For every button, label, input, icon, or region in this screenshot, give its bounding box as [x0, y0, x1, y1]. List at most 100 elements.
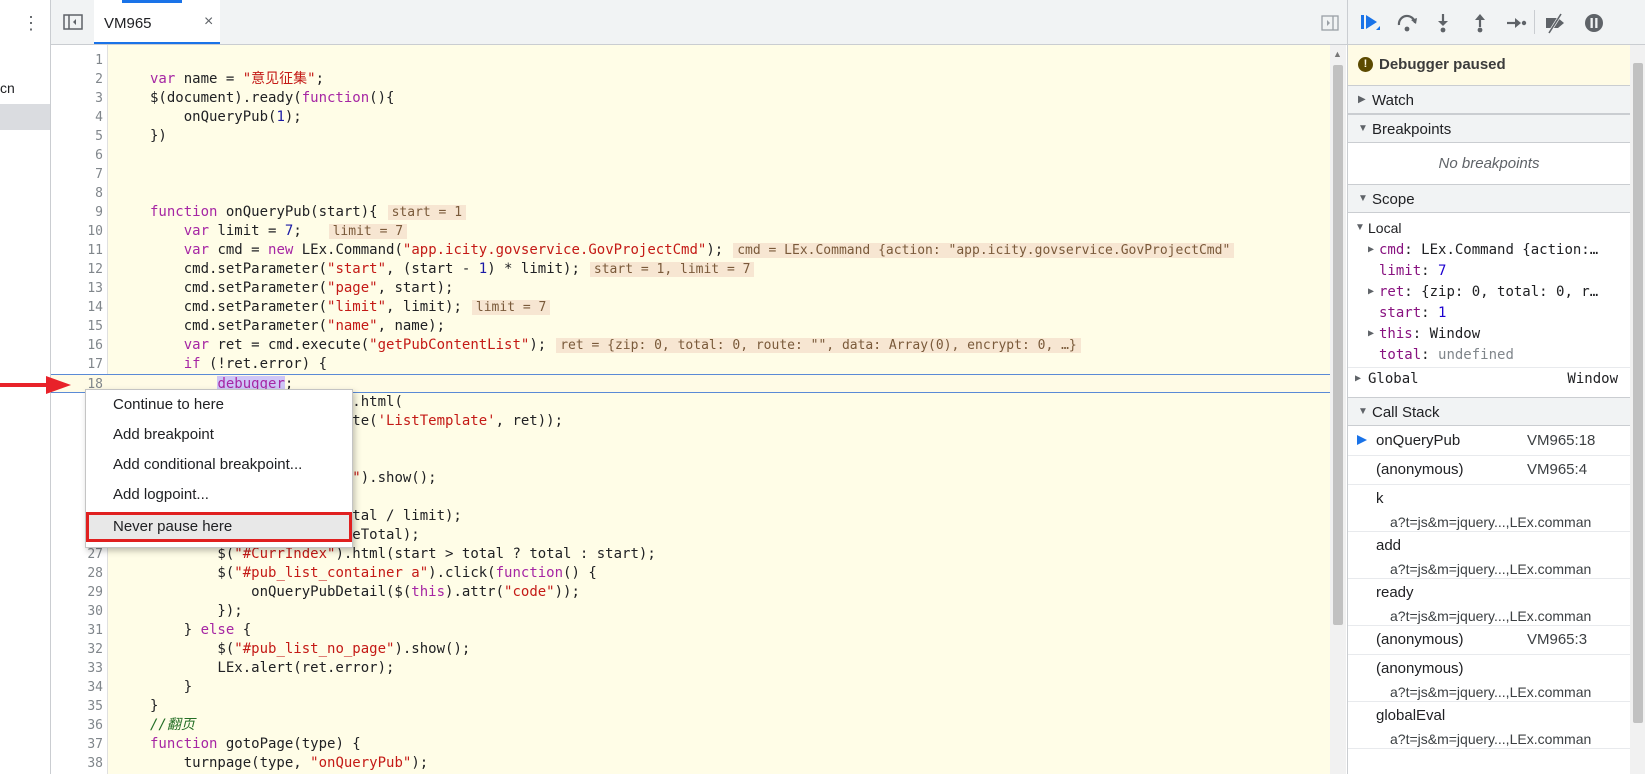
section-call-stack[interactable]: ▼ Call Stack — [1348, 397, 1630, 426]
code-line: 36 //翻页 — [51, 716, 1331, 735]
frame-source: a?t=js&m=jquery...,LEx.comman — [1390, 561, 1592, 577]
menu-item-add-conditional-breakpoint[interactable]: Add conditional breakpoint... — [86, 450, 352, 480]
code-text: function onQueryPub(start){start = 1 — [150, 203, 467, 222]
code-text: } — [150, 698, 159, 714]
section-breakpoints[interactable]: ▼ Breakpoints — [1348, 114, 1630, 143]
code-line: 1 — [51, 51, 1331, 70]
close-tab-icon[interactable]: × — [204, 13, 213, 31]
var-value: 7 — [1438, 263, 1447, 279]
section-title: Scope — [1372, 191, 1415, 208]
scroll-up-icon[interactable]: ▲ — [1333, 49, 1342, 59]
call-frame[interactable]: (anonymous) VM965:3 — [1348, 625, 1630, 655]
step-out-icon[interactable] — [1469, 12, 1491, 34]
line-number[interactable]: 16 — [51, 336, 103, 355]
line-number[interactable]: 13 — [51, 279, 103, 298]
menu-item-add-breakpoint[interactable]: Add breakpoint — [86, 420, 352, 450]
line-number[interactable]: 38 — [51, 754, 103, 773]
var-value: Window — [1429, 326, 1481, 342]
call-frame[interactable]: k a?t=js&m=jquery...,LEx.comman — [1348, 484, 1630, 532]
code-line: 33 LEx.alert(ret.error); — [51, 659, 1331, 678]
line-number[interactable]: 34 — [51, 678, 103, 697]
line-number[interactable]: 15 — [51, 317, 103, 336]
pause-on-exceptions-icon[interactable] — [1583, 12, 1605, 34]
call-frame[interactable]: onQueryPub VM965:18 — [1348, 426, 1630, 456]
call-frame[interactable]: globalEval a?t=js&m=jquery...,LEx.comman — [1348, 701, 1630, 749]
call-frame[interactable]: add a?t=js&m=jquery...,LEx.comman — [1348, 531, 1630, 579]
code-line: 7 — [51, 165, 1331, 184]
code-line: 14 cmd.setParameter("limit", limit); limi… — [51, 298, 1331, 317]
frame-location: VM965:18 — [1527, 432, 1596, 449]
line-number[interactable]: 17 — [51, 355, 103, 374]
menu-item-never-pause-here[interactable]: Never pause here — [86, 512, 352, 542]
menu-item-add-logpoint[interactable]: Add logpoint... — [86, 480, 352, 510]
line-number[interactable]: 2 — [51, 70, 103, 89]
scope-local[interactable]: ▼ Local — [1348, 217, 1630, 239]
navigator-selected-row[interactable] — [0, 104, 50, 130]
editor-tab-bar: VM965 × — [51, 0, 1347, 45]
call-frame[interactable]: (anonymous) VM965:4 — [1348, 455, 1630, 485]
code-line: 28 $("#pub_list_container a").click(func… — [51, 564, 1331, 583]
scope-var-ret[interactable]: ▶ ret: {zip: 0, total: 0, r… — [1348, 281, 1630, 303]
line-number[interactable]: 5 — [51, 127, 103, 146]
frame-source: a?t=js&m=jquery...,LEx.comman — [1390, 608, 1592, 624]
section-scope[interactable]: ▼ Scope — [1348, 184, 1630, 213]
scope-var-start[interactable]: start: 1 — [1348, 302, 1630, 324]
code-line: 17 if (!ret.error) { — [51, 355, 1331, 374]
frame-source: a?t=js&m=jquery...,LEx.comman — [1390, 731, 1592, 747]
frame-source: a?t=js&m=jquery...,LEx.comman — [1390, 684, 1592, 700]
code-text: } else { — [150, 622, 252, 638]
line-number[interactable]: 35 — [51, 697, 103, 716]
line-number[interactable]: 10 — [51, 222, 103, 241]
line-number[interactable]: 30 — [51, 602, 103, 621]
sidebar-scrollbar-thumb[interactable] — [1633, 63, 1643, 723]
line-number[interactable]: 29 — [51, 583, 103, 602]
call-frame[interactable]: ready a?t=js&m=jquery...,LEx.comman — [1348, 578, 1630, 626]
scope-var-cmd[interactable]: ▶ cmd: LEx.Command {action:… — [1348, 239, 1630, 261]
sidebar-scrollbar[interactable] — [1630, 45, 1645, 774]
frame-function: ready — [1376, 584, 1414, 601]
scope-global[interactable]: ▶ Global Window — [1348, 367, 1630, 390]
line-number[interactable]: 37 — [51, 735, 103, 754]
frame-function: (anonymous) — [1376, 461, 1464, 478]
more-options-icon[interactable]: ⋮ — [22, 14, 40, 32]
code-line: 3 $(document).ready(function(){ — [51, 89, 1331, 108]
line-number[interactable]: 28 — [51, 564, 103, 583]
line-number[interactable]: 7 — [51, 165, 103, 184]
line-number[interactable]: 8 — [51, 184, 103, 203]
scope-var-limit[interactable]: limit: 7 — [1348, 260, 1630, 282]
call-frame[interactable]: (anonymous) a?t=js&m=jquery...,LEx.comman — [1348, 654, 1630, 702]
deactivate-breakpoints-icon[interactable] — [1544, 12, 1566, 34]
toggle-navigator-icon[interactable] — [63, 14, 83, 30]
line-number[interactable]: 31 — [51, 621, 103, 640]
step-icon[interactable] — [1505, 12, 1527, 34]
tab-vm965[interactable]: VM965 × — [94, 0, 220, 44]
line-number[interactable]: 33 — [51, 659, 103, 678]
editor-scrollbar[interactable]: ▲ — [1330, 45, 1346, 774]
editor-scrollbar-thumb[interactable] — [1333, 65, 1343, 625]
menu-item-continue-to-here[interactable]: Continue to here — [86, 390, 352, 420]
line-number[interactable]: 3 — [51, 89, 103, 108]
gutter-context-menu: Continue to here Add breakpoint Add cond… — [85, 389, 353, 548]
line-number[interactable]: 12 — [51, 260, 103, 279]
line-number[interactable]: 6 — [51, 146, 103, 165]
line-number[interactable]: 1 — [51, 51, 103, 70]
var-name: limit — [1379, 263, 1422, 279]
step-into-icon[interactable] — [1432, 12, 1454, 34]
scope-var-total[interactable]: total: undefined — [1348, 344, 1630, 366]
step-over-icon[interactable] — [1396, 12, 1418, 34]
tab-label: VM965 — [104, 15, 152, 32]
line-number[interactable]: 4 — [51, 108, 103, 127]
line-number[interactable]: 14 — [51, 298, 103, 317]
toggle-debugger-icon[interactable] — [1321, 15, 1339, 31]
navigator-item-fragment[interactable]: cn — [0, 80, 15, 96]
code-text: }) — [150, 128, 167, 144]
frame-source: a?t=js&m=jquery...,LEx.comman — [1390, 514, 1592, 530]
frame-function: add — [1376, 537, 1402, 554]
scope-var-this[interactable]: ▶ this: Window — [1348, 323, 1630, 345]
section-watch[interactable]: ▶ Watch — [1348, 85, 1630, 114]
line-number[interactable]: 9 — [51, 203, 103, 222]
line-number[interactable]: 11 — [51, 241, 103, 260]
resume-icon[interactable] — [1359, 12, 1381, 34]
line-number[interactable]: 32 — [51, 640, 103, 659]
line-number[interactable]: 36 — [51, 716, 103, 735]
